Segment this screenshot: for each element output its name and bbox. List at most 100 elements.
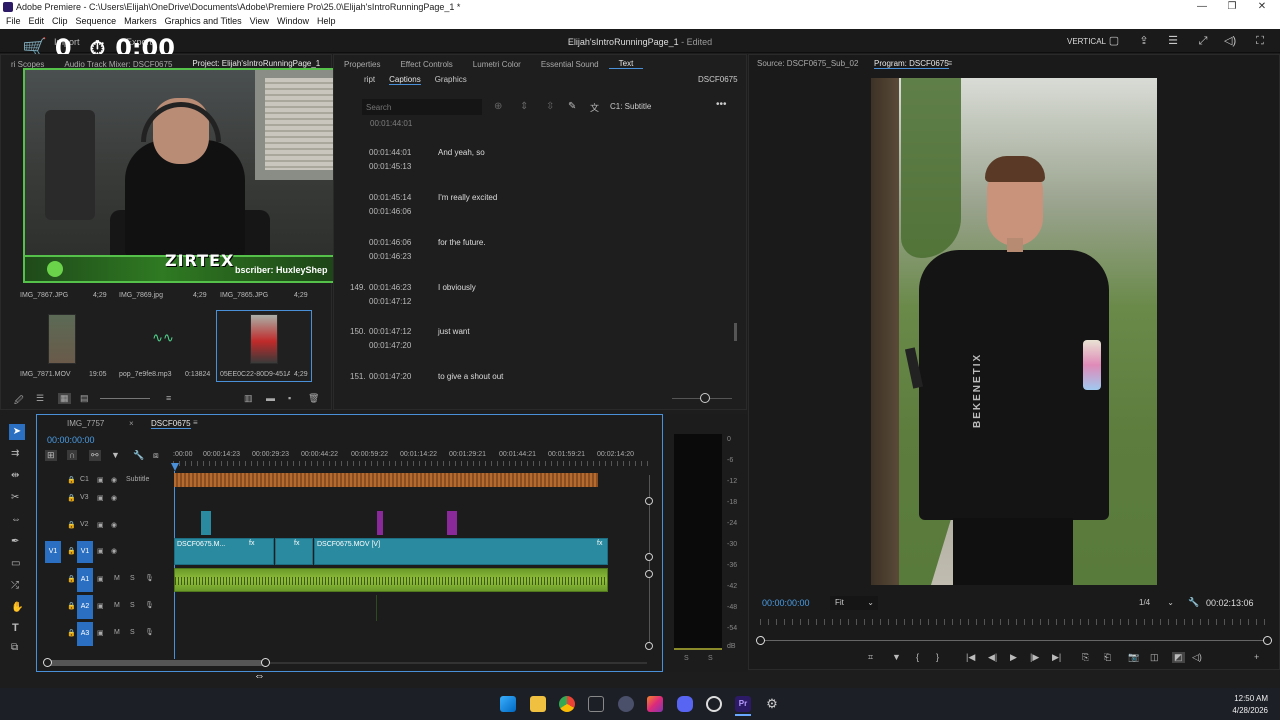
- app-icon[interactable]: [618, 696, 634, 712]
- list-view-icon[interactable]: ☰: [36, 393, 44, 404]
- split-caption-icon[interactable]: ⇳: [546, 101, 554, 112]
- toggle-track-output-icon[interactable]: ▣: [97, 602, 104, 610]
- program-timecode[interactable]: 00:00:00:00: [762, 598, 810, 608]
- timeline-settings-icon[interactable]: 🔧: [133, 450, 144, 461]
- meter-solo-right[interactable]: S: [708, 655, 713, 662]
- sort-icon[interactable]: ≡: [166, 393, 171, 403]
- eye-icon[interactable]: ◉: [111, 476, 117, 484]
- lock-icon[interactable]: 🖉: [14, 393, 24, 409]
- v1-clip-main[interactable]: DSCF0675.MOV [V] fx: [314, 538, 608, 565]
- linked-select-icon[interactable]: ⚯: [89, 450, 101, 461]
- automate-icon[interactable]: ▥: [244, 393, 253, 404]
- more-options-icon[interactable]: •••: [716, 99, 727, 110]
- tab-essential-sound[interactable]: Essential Sound: [531, 60, 609, 69]
- timeline-zoom-bar[interactable]: [47, 660, 267, 666]
- track-select-icon[interactable]: ⇉: [11, 448, 19, 459]
- scroll-handle[interactable]: [645, 642, 653, 650]
- panel-icon[interactable]: ▢: [1108, 35, 1120, 47]
- windows-start-icon[interactable]: [500, 696, 516, 712]
- slip-tool-icon[interactable]: ⇔: [11, 514, 21, 525]
- lock-icon[interactable]: 🔒: [67, 476, 76, 484]
- toggle-track-output-icon[interactable]: ▣: [97, 494, 104, 502]
- rectangle-tool-icon[interactable]: ▭: [11, 558, 20, 569]
- captions-icon[interactable]: ⧈: [153, 450, 159, 461]
- menu-sequence[interactable]: Sequence: [76, 14, 117, 29]
- menu-window[interactable]: Window: [277, 14, 309, 29]
- fullscreen-icon[interactable]: ⛶: [1254, 35, 1266, 47]
- caption-text[interactable]: And yeah, so: [438, 148, 485, 157]
- workspace-label[interactable]: VERTICAL: [1067, 37, 1106, 46]
- app-icon[interactable]: [706, 696, 722, 712]
- menu-clip[interactable]: Clip: [52, 14, 68, 29]
- mute-button[interactable]: M: [114, 602, 120, 609]
- snap-icon[interactable]: ∩: [67, 450, 78, 460]
- menu-edit[interactable]: Edit: [29, 14, 45, 29]
- ripple-edit-icon[interactable]: ⇹: [11, 470, 19, 481]
- source-patch-v1[interactable]: V1: [45, 541, 61, 563]
- type-tool-icon[interactable]: T: [12, 622, 19, 634]
- app-icon[interactable]: [588, 696, 604, 712]
- scroll-handle[interactable]: [645, 553, 653, 561]
- volume-icon[interactable]: ◁): [1224, 35, 1236, 47]
- step-forward-icon[interactable]: |▶: [1030, 652, 1039, 663]
- overwrite-icon[interactable]: ⎗: [1104, 652, 1111, 663]
- mark-in-icon[interactable]: {: [916, 652, 919, 662]
- timeline-tab-active[interactable]: DSCF0675: [151, 419, 191, 429]
- add-marker-icon[interactable]: ▼: [111, 450, 120, 460]
- toggle-track-output-icon[interactable]: ▣: [97, 476, 104, 484]
- eye-icon[interactable]: ◉: [111, 494, 117, 502]
- tab-text[interactable]: Text: [608, 59, 644, 69]
- trash-icon[interactable]: 🗑: [308, 393, 319, 404]
- scrub-end-handle[interactable]: [1263, 636, 1272, 645]
- a1-audio-clip[interactable]: [174, 568, 608, 592]
- premiere-taskbar-icon[interactable]: Pr: [735, 696, 751, 712]
- export-frame-icon[interactable]: 📷: [1128, 652, 1139, 663]
- proxy-toggle-icon[interactable]: ◩: [1172, 652, 1185, 663]
- instagram-icon[interactable]: [647, 696, 663, 712]
- lock-icon[interactable]: 🔒: [67, 494, 76, 502]
- expand-icon[interactable]: ⤢: [1197, 35, 1209, 47]
- zoom-slider[interactable]: [100, 398, 150, 399]
- mute-button[interactable]: M: [114, 629, 120, 636]
- track-target-a1[interactable]: A1: [77, 568, 93, 592]
- menu-view[interactable]: View: [250, 14, 269, 29]
- maximize-button[interactable]: ❐: [1218, 0, 1246, 14]
- close-icon[interactable]: ×: [129, 419, 134, 428]
- selection-tool-icon[interactable]: ➤: [9, 424, 25, 440]
- meter-solo-left[interactable]: S: [684, 655, 689, 662]
- insert-icon[interactable]: ⎘: [1082, 652, 1089, 663]
- close-button[interactable]: ✕: [1248, 0, 1276, 14]
- toggle-track-output-icon[interactable]: ▣: [97, 547, 104, 555]
- edit-pencil-icon[interactable]: ✎: [568, 101, 576, 112]
- menu-markers[interactable]: Markers: [124, 14, 157, 29]
- lock-icon[interactable]: 🔒: [67, 575, 76, 583]
- source-monitor-tab[interactable]: Source: DSCF0675_Sub_02: [757, 59, 858, 68]
- play-icon[interactable]: ▶: [1010, 652, 1017, 663]
- zoom-left-handle[interactable]: [43, 658, 52, 667]
- solo-button[interactable]: S: [130, 575, 135, 582]
- eye-icon[interactable]: ◉: [111, 521, 117, 529]
- lock-icon[interactable]: 🔒: [67, 629, 76, 637]
- caption-search-input[interactable]: [362, 99, 482, 115]
- icon-view-icon[interactable]: ▦: [58, 393, 71, 404]
- caption-scrollbar[interactable]: [734, 323, 737, 341]
- subtab-transcript[interactable]: ript: [364, 75, 375, 85]
- mark-out-icon[interactable]: }: [936, 652, 939, 662]
- subtab-captions[interactable]: Captions: [389, 75, 421, 85]
- track-target-a2[interactable]: A2: [77, 595, 93, 619]
- go-to-in-icon[interactable]: |◀: [966, 652, 975, 663]
- timeline-menu-icon[interactable]: ≡: [193, 418, 198, 427]
- caption-text[interactable]: I obviously: [438, 283, 476, 292]
- caption-track-clips[interactable]: [174, 473, 598, 487]
- caption-text[interactable]: just want: [438, 327, 470, 336]
- microphone-icon[interactable]: 🎙: [145, 601, 154, 609]
- new-bin-icon[interactable]: ▬: [266, 393, 275, 403]
- tab-lumetri[interactable]: Lumetri Color: [463, 60, 531, 69]
- scrub-start-handle[interactable]: [756, 636, 765, 645]
- freeform-view-icon[interactable]: ▤: [80, 393, 89, 404]
- hand-tool-icon[interactable]: ✋: [11, 602, 23, 613]
- timeline-tab[interactable]: IMG_7757: [67, 419, 104, 428]
- resolution-dropdown[interactable]: 1/4 ⌄: [1134, 596, 1176, 610]
- generative-extend-icon[interactable]: ⧉: [11, 642, 18, 653]
- step-back-icon[interactable]: ◀|: [988, 652, 997, 663]
